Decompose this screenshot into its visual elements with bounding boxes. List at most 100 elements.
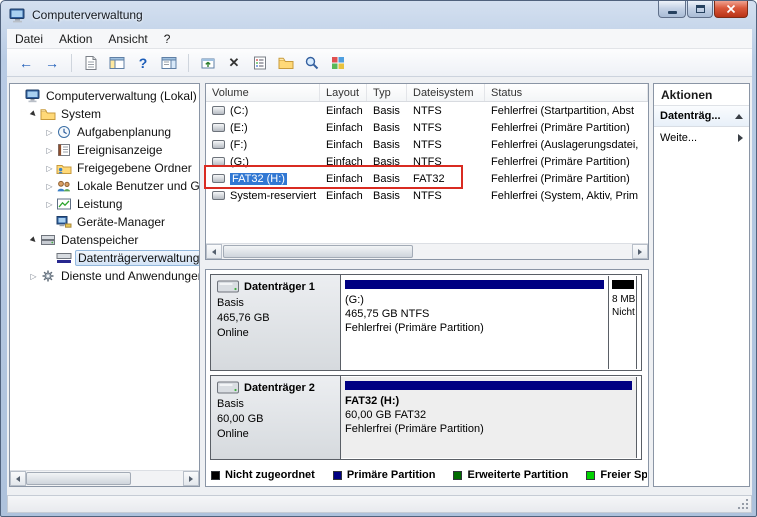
export-list-button[interactable] [80,52,102,74]
action-pane-button[interactable] [158,52,180,74]
menu-ansicht[interactable]: Ansicht [100,30,155,48]
volume-dateisystem: NTFS [413,155,442,168]
tree-item-geraete-manager[interactable]: Geräte-Manager [10,213,199,231]
partition-fat32-h[interactable]: FAT32 (H:) 60,00 GB FAT32 Fehlerfrei (Pr… [341,377,637,458]
disk-1-header[interactable]: Datenträger 1 Basis 465,76 GB Online [211,275,341,370]
properties-button[interactable] [249,52,271,74]
partition-label: FAT32 (H:) [345,395,400,407]
disk-name: Datenträger 1 [244,280,315,293]
primary-partition-band [345,280,604,289]
column-header-volume[interactable]: Volume [206,84,320,101]
forward-button[interactable]: → [41,52,63,74]
customize-grid-icon [332,56,344,69]
up-level-button[interactable] [197,52,219,74]
menu-datei[interactable]: Datei [7,30,51,48]
customize-button[interactable] [327,52,349,74]
collapse-section-icon[interactable] [735,113,743,119]
menu-aktion[interactable]: Aktion [51,30,100,48]
scrollbar-thumb[interactable] [26,472,131,485]
column-header-dateisystem[interactable]: Dateisystem [407,84,485,101]
search-button[interactable] [301,52,323,74]
expander-closed-icon[interactable] [44,146,55,155]
computerverwaltung-window: Computerverwaltung Datei Aktion Ansicht … [0,0,757,517]
expander-closed-icon[interactable] [28,272,39,281]
tree-item-label: Computerverwaltung (Lokal) [46,89,197,103]
forward-icon: → [45,54,59,71]
expander-closed-icon[interactable] [44,164,55,173]
actions-section-label: Datenträg... [660,110,721,122]
back-button[interactable]: ← [15,52,37,74]
volume-row-f[interactable]: (F:) Einfach Basis NTFS Fehlerfrei (Ausl… [206,136,648,153]
tree-item-ereignisanzeige[interactable]: Ereignisanzeige [10,141,199,159]
delete-button[interactable]: ✕ [223,52,245,74]
volume-row-e[interactable]: (E:) Einfach Basis NTFS Fehlerfrei (Prim… [206,119,648,136]
event-viewer-icon [56,143,72,157]
volume-row-fat32-h[interactable]: FAT32 (H:) Einfach Basis FAT32 Fehlerfre… [206,170,648,187]
submenu-arrow-icon [738,133,743,142]
volume-layout: Einfach [326,155,363,168]
tree-item-computerverwaltung[interactable]: Computerverwaltung (Lokal) [10,87,199,105]
volume-row-g[interactable]: (G:) Einfach Basis NTFS Fehlerfrei (Prim… [206,153,648,170]
actions-section-weitere-aktionen[interactable]: Weite... [654,127,749,148]
expander-open-icon[interactable] [28,236,39,244]
disk-state: Online [217,327,249,339]
tree-item-datenspeicher[interactable]: Datenspeicher [10,231,199,249]
volume-dateisystem: NTFS [413,189,442,202]
scroll-right-arrow[interactable] [632,244,648,259]
tree-item-label: Geräte-Manager [77,215,166,229]
volume-dateisystem: FAT32 [413,172,445,185]
tree-item-label: Freigegebene Ordner [77,161,192,175]
volume-horizontal-scrollbar[interactable] [206,243,648,259]
legend-item-primary: Primäre Partition [332,469,436,481]
disk-type: Basis [217,398,244,410]
expander-closed-icon[interactable] [44,128,55,137]
actions-section-datentraegerverwaltung[interactable]: Datenträg... [654,106,749,127]
column-header-layout[interactable]: Layout [320,84,367,101]
tree-item-lokale-benutzer[interactable]: Lokale Benutzer und Gruppen [10,177,199,195]
column-header-typ[interactable]: Typ [367,84,407,101]
legend-item-free: Freier Speicher [586,469,647,481]
expander-closed-icon[interactable] [44,200,55,209]
tree-item-aufgabenplanung[interactable]: Aufgabenplanung [10,123,199,141]
primary-partition-band [345,381,632,390]
expander-closed-icon[interactable] [44,182,55,191]
titlebar[interactable]: Computerverwaltung [1,1,756,29]
resize-grip-icon[interactable] [737,498,749,510]
tree-item-freigegebene-ordner[interactable]: Freigegebene Ordner [10,159,199,177]
volume-row-system-reserviert[interactable]: System-reserviert Einfach Basis NTFS Feh… [206,187,648,204]
console-tree-panel: Computerverwaltung (Lokal) System Aufgab… [9,83,200,487]
column-header-status[interactable]: Status [485,84,648,101]
close-button[interactable] [714,1,748,18]
partition-g[interactable]: (G:) 465,75 GB NTFS Fehlerfrei (Primäre … [341,276,609,369]
console-tree-button[interactable] [106,52,128,74]
minimize-button[interactable] [658,1,686,18]
volume-layout: Einfach [326,104,363,117]
unallocated-region[interactable]: 8 MB Nicht zugeordnet [610,276,637,369]
maximize-button[interactable] [687,1,713,18]
tree-horizontal-scrollbar[interactable] [10,470,199,486]
menu-help[interactable]: ? [156,30,179,48]
volume-name: (G:) [230,155,249,168]
tree-item-system[interactable]: System [10,105,199,123]
tree-item-datentraegerverwaltung[interactable]: Datenträgerverwaltung [10,249,199,267]
storage-icon [40,233,56,247]
tree-item-dienste-und-anwendungen[interactable]: Dienste und Anwendungen [10,267,199,285]
search-icon [305,56,319,69]
scroll-left-arrow[interactable] [10,471,26,486]
tree-item-leistung[interactable]: Leistung [10,195,199,213]
legend-label: Primäre Partition [346,469,436,481]
open-folder-button[interactable] [275,52,297,74]
unallocated-status: Nicht zugeordnet [612,307,636,318]
scrollbar-thumb[interactable] [223,245,413,258]
expander-open-icon[interactable] [28,110,39,118]
disk-2-header[interactable]: Datenträger 2 Basis 60,00 GB Online [211,376,341,459]
legend-item-extended: Erweiterte Partition [453,469,568,481]
tree-item-label: System [61,107,102,121]
scroll-right-arrow[interactable] [183,471,199,486]
volume-row-c[interactable]: (C:) Einfach Basis NTFS Fehlerfrei (Star… [206,102,648,119]
help-button[interactable]: ? [132,52,154,74]
volume-layout: Einfach [326,172,363,185]
scroll-left-arrow[interactable] [206,244,222,259]
volume-typ: Basis [373,172,400,185]
window-controls [657,1,748,18]
